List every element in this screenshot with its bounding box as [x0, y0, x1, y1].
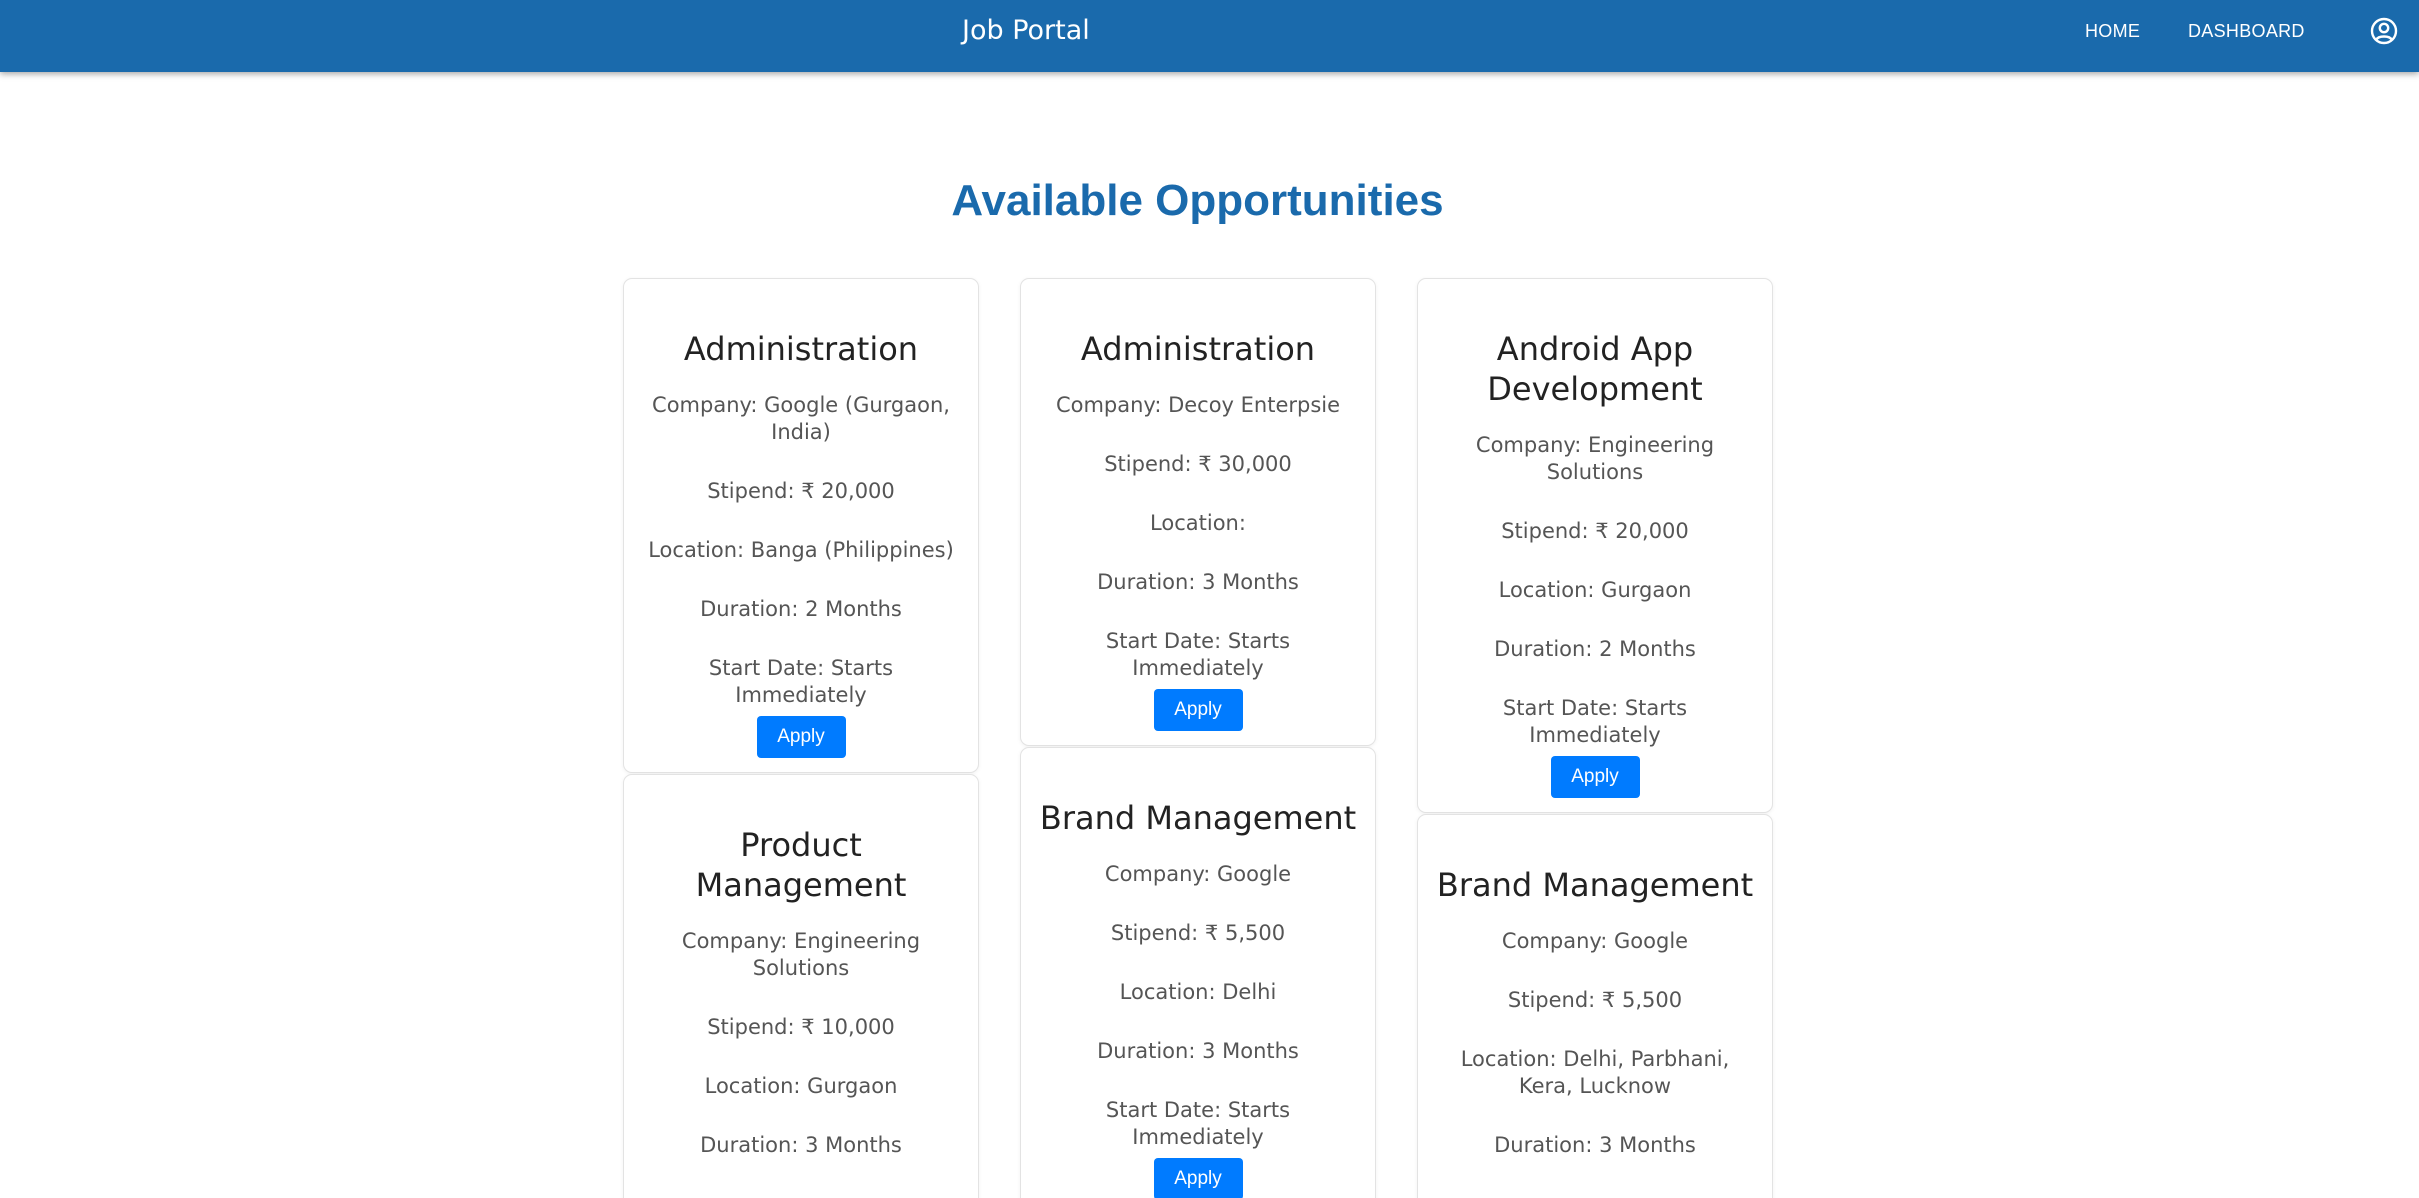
job-card: Brand Management Company: Google Stipend… [1020, 747, 1376, 1198]
job-stipend: Stipend: ₹ 20,000 [707, 479, 895, 503]
job-title: Brand Management [1436, 866, 1754, 904]
job-title: Administration [683, 330, 919, 368]
job-location: Location: Gurgaon [1498, 578, 1692, 602]
apply-button[interactable]: Apply [1153, 689, 1243, 731]
job-duration: Duration: 3 Months [1097, 570, 1299, 594]
job-location: Location: [1150, 511, 1246, 535]
job-start-date: Start Date: Starts Immediately [1105, 1098, 1291, 1149]
job-duration: Duration: 3 Months [1494, 1133, 1696, 1157]
job-stipend: Stipend: ₹ 5,500 [1507, 988, 1683, 1012]
job-title: Product Management [695, 826, 907, 904]
job-company: Company: Engineering Solutions [681, 929, 921, 980]
job-card: Administration Company: Google (Gurgaon,… [623, 278, 979, 773]
job-company: Company: Engineering Solutions [1475, 433, 1715, 484]
job-card: Android App Development Company: Enginee… [1417, 278, 1773, 813]
nav-dashboard-link[interactable]: DASHBOARD [2188, 0, 2305, 62]
job-title: Administration [1080, 330, 1316, 368]
job-title: Android App Development [1487, 330, 1703, 408]
account-circle-icon[interactable] [2370, 17, 2398, 45]
job-location: Location: Delhi [1119, 980, 1277, 1004]
brand-title[interactable]: Job Portal [962, 0, 1090, 62]
job-stipend: Stipend: ₹ 10,000 [707, 1015, 895, 1039]
apply-button[interactable]: Apply [1550, 756, 1640, 798]
page-title: Available Opportunities [951, 176, 1444, 225]
job-card: Product Management Company: Engineering … [623, 774, 979, 1198]
job-duration: Duration: 3 Months [700, 1133, 902, 1157]
navbar: Job Portal HOME DASHBOARD [0, 0, 2419, 72]
job-card: Administration Company: Decoy Enterpsie … [1020, 278, 1376, 746]
job-company: Company: Decoy Enterpsie [1055, 393, 1341, 417]
nav-home-link[interactable]: HOME [2085, 0, 2140, 62]
job-company: Company: Google [1104, 862, 1292, 886]
job-company: Company: Google (Gurgaon, India) [652, 393, 950, 444]
job-title: Brand Management [1039, 799, 1357, 837]
job-location: Location: Gurgaon [704, 1074, 898, 1098]
job-start-date: Start Date: Starts Immediately [1105, 629, 1291, 680]
job-stipend: Stipend: ₹ 30,000 [1104, 452, 1292, 476]
job-company: Company: Google [1501, 929, 1689, 953]
apply-button[interactable]: Apply [756, 716, 846, 758]
job-start-date: Start Date: Starts Immediately [708, 656, 894, 707]
job-duration: Duration: 2 Months [700, 597, 902, 621]
job-location: Location: Delhi, Parbhani, Kera, Lucknow [1460, 1047, 1730, 1098]
apply-button[interactable]: Apply [1153, 1158, 1243, 1198]
job-duration: Duration: 2 Months [1494, 637, 1696, 661]
job-location: Location: Banga (Philippines) [648, 538, 954, 562]
job-start-date: Start Date: Starts Immediately [1502, 696, 1688, 747]
job-stipend: Stipend: ₹ 20,000 [1501, 519, 1689, 543]
job-duration: Duration: 3 Months [1097, 1039, 1299, 1063]
job-card: Brand Management Company: Google Stipend… [1417, 814, 1773, 1198]
job-stipend: Stipend: ₹ 5,500 [1110, 921, 1286, 945]
